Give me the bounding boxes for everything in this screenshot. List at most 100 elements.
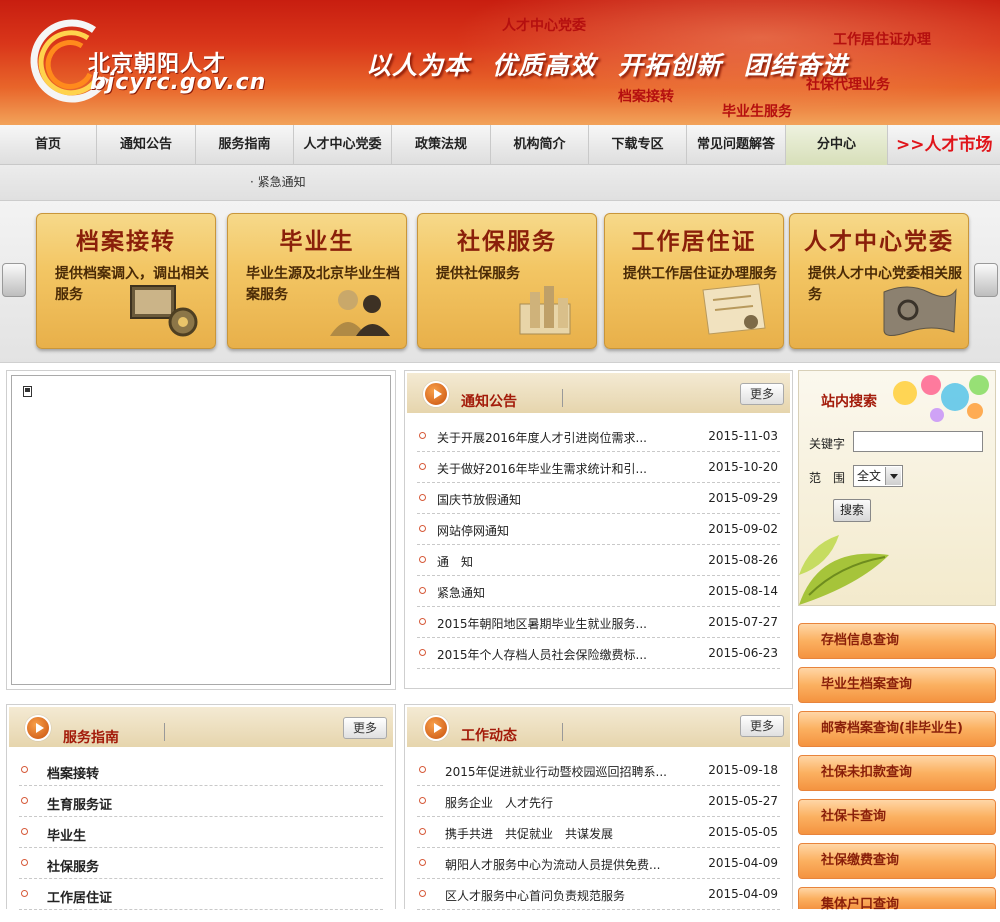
social-payment-query-button[interactable]: 社保缴费查询 — [798, 843, 996, 879]
news-title: 工作动态 — [461, 728, 517, 744]
media-frame — [11, 375, 391, 685]
play-circle-icon — [423, 715, 449, 741]
notices-panel: 通知公告 更多 关于开展2016年度人才引进岗位需求... 2015-11-03 … — [404, 370, 793, 689]
slogan-2: 优质高效 — [492, 51, 597, 80]
item-title[interactable]: 服务企业 人才先行 — [445, 794, 553, 811]
social-card-query-button[interactable]: 社保卡查询 — [798, 799, 996, 835]
list-item[interactable]: 关于开展2016年度人才引进岗位需求... 2015-11-03 — [417, 421, 780, 452]
item-title[interactable]: 关于开展2016年度人才引进岗位需求... — [437, 429, 647, 446]
graduate-people-icon — [330, 290, 390, 336]
item-title[interactable]: 通 知 — [437, 553, 473, 570]
bullet-icon — [21, 797, 28, 804]
item-title[interactable]: 网站停网通知 — [437, 522, 509, 539]
archive-info-query-button[interactable]: 存档信息查询 — [798, 623, 996, 659]
news-more-button[interactable]: 更多 — [740, 715, 784, 737]
item-title[interactable]: 档案接转 — [47, 763, 99, 782]
service-card-social[interactable]: 社保服务 提供社保服务 — [417, 213, 597, 349]
header-slogan: 以人为本 优质高效 开拓创新 团结奋进 — [366, 46, 870, 82]
list-item[interactable]: 工作居住证 — [19, 879, 383, 910]
nav-notices[interactable]: 通知公告 — [97, 125, 196, 165]
logo-domain[interactable]: bjcyrc.gov.cn — [90, 70, 266, 95]
list-item[interactable]: 朝阳人才服务中心为流动人员提供免费... 2015-04-09 — [417, 848, 780, 879]
permit-document-icon — [702, 283, 766, 335]
media-placeholder-icon[interactable] — [23, 386, 32, 397]
item-date: 2015-09-18 — [708, 763, 778, 777]
search-button[interactable]: 搜索 — [833, 499, 871, 522]
nav-branch[interactable]: 分中心 — [786, 125, 888, 165]
ticker-link[interactable]: · 紧急通知 — [250, 173, 306, 190]
keyword-input[interactable] — [853, 431, 983, 452]
notices-more-button[interactable]: 更多 — [740, 383, 784, 405]
item-title[interactable]: 国庆节放假通知 — [437, 491, 521, 508]
slogan-3: 开拓创新 — [618, 51, 723, 80]
scope-select[interactable]: 全文 — [853, 465, 903, 487]
service-title: 社保服务 — [457, 228, 557, 255]
item-title[interactable]: 紧急通知 — [437, 584, 485, 601]
service-card-graduate[interactable]: 毕业生 毕业生源及北京毕业生档案服务 — [227, 213, 407, 349]
item-title[interactable]: 2015年朝阳地区暑期毕业生就业服务... — [437, 615, 647, 632]
nav-policy[interactable]: 政策法规 — [392, 125, 491, 165]
nav-downloads[interactable]: 下载专区 — [589, 125, 687, 165]
graduate-archive-query-button[interactable]: 毕业生档案查询 — [798, 667, 996, 703]
item-title[interactable]: 朝阳人才服务中心为流动人员提供免费... — [445, 856, 660, 873]
bullet-icon — [419, 766, 426, 773]
media-panel — [6, 370, 396, 690]
header-tag-graduate: 毕业生服务 — [722, 104, 792, 120]
nav-party[interactable]: 人才中心党委 — [294, 125, 392, 165]
service-card-archive[interactable]: 档案接转 提供档案调入，调出相关服务 — [36, 213, 216, 349]
guide-more-button[interactable]: 更多 — [343, 717, 387, 739]
nav-guide[interactable]: 服务指南 — [196, 125, 294, 165]
header-tag-social: 社保代理业务 — [806, 77, 890, 93]
nav-home[interactable]: 首页 — [0, 125, 97, 165]
item-title[interactable]: 区人才服务中心首问负责规范服务 — [445, 887, 625, 904]
collective-hukou-query-button[interactable]: 集体户口查询 — [798, 887, 996, 912]
list-item[interactable]: 网站停网通知 2015-09-02 — [417, 514, 780, 545]
item-title[interactable]: 毕业生 — [47, 825, 86, 844]
banner-next-button[interactable] — [974, 263, 998, 297]
bullet-icon — [419, 432, 426, 439]
item-title[interactable]: 关于做好2016年毕业生需求统计和引... — [437, 460, 647, 477]
banner-prev-button[interactable] — [2, 263, 26, 297]
list-item[interactable]: 2015年促进就业行动暨校园巡回招聘系... 2015-09-18 — [417, 755, 780, 786]
list-item[interactable]: 关于做好2016年毕业生需求统计和引... 2015-10-20 — [417, 452, 780, 483]
list-item[interactable]: 毕业生 — [19, 817, 383, 848]
computer-gear-icon — [130, 285, 198, 337]
guide-panel: 服务指南 更多 档案接转 生育服务证 毕业生 社保服务 工作居住证 — [6, 704, 396, 910]
item-date: 2015-07-27 — [708, 615, 778, 629]
list-item[interactable]: 服务企业 人才先行 2015-05-27 — [417, 786, 780, 817]
party-flag-icon — [883, 286, 957, 336]
service-card-party[interactable]: 人才中心党委 提供人才中心党委相关服务 — [789, 213, 969, 349]
nav-about[interactable]: 机构简介 — [491, 125, 589, 165]
nav-faq[interactable]: 常见问题解答 — [687, 125, 786, 165]
nav-talent-market[interactable]: >>人才市场 — [888, 125, 1000, 165]
list-item[interactable]: 紧急通知 2015-08-14 — [417, 576, 780, 607]
site-header: 北京朝阳人才 bjcyrc.gov.cn 以人为本 优质高效 开拓创新 团结奋进 人才… — [0, 0, 1000, 125]
list-item[interactable]: 社保服务 — [19, 848, 383, 879]
item-title[interactable]: 2015年个人存档人员社会保险缴费标... — [437, 646, 647, 663]
item-title[interactable]: 社保服务 — [47, 856, 99, 875]
guide-title: 服务指南 — [63, 730, 119, 746]
service-card-residence[interactable]: 工作居住证 提供工作居住证办理服务 — [604, 213, 784, 349]
social-unpaid-query-button[interactable]: 社保未扣款查询 — [798, 755, 996, 791]
scope-label: 范 围 — [809, 471, 846, 485]
item-title[interactable]: 工作居住证 — [47, 887, 112, 906]
list-item[interactable]: 生育服务证 — [19, 786, 383, 817]
chevron-down-icon[interactable] — [885, 467, 901, 485]
bullet-icon — [419, 797, 426, 804]
item-title[interactable]: 生育服务证 — [47, 794, 112, 813]
list-item[interactable]: 2015年朝阳地区暑期毕业生就业服务... 2015-07-27 — [417, 607, 780, 638]
list-item[interactable]: 档案接转 — [19, 755, 383, 786]
list-item[interactable]: 携手共进 共促就业 共谋发展 2015-05-05 — [417, 817, 780, 848]
list-item[interactable]: 区人才服务中心首问负责规范服务 2015-04-09 — [417, 879, 780, 910]
list-item[interactable]: 2015年个人存档人员社会保险缴费标... 2015-06-23 — [417, 638, 780, 669]
guide-list: 档案接转 生育服务证 毕业生 社保服务 工作居住证 — [19, 755, 383, 910]
item-title[interactable]: 携手共进 共促就业 共谋发展 — [445, 825, 613, 842]
item-title[interactable]: 2015年促进就业行动暨校园巡回招聘系... — [445, 763, 667, 780]
bullet-icon — [21, 890, 28, 897]
news-header: 工作动态 更多 — [407, 707, 790, 747]
mail-archive-query-button[interactable]: 邮寄档案查询(非毕业生) — [798, 711, 996, 747]
list-item[interactable]: 国庆节放假通知 2015-09-29 — [417, 483, 780, 514]
item-date: 2015-05-05 — [708, 825, 778, 839]
site-search-panel: 站内搜索 关键字 范 围 全文 搜索 — [798, 370, 996, 606]
list-item[interactable]: 通 知 2015-08-26 — [417, 545, 780, 576]
